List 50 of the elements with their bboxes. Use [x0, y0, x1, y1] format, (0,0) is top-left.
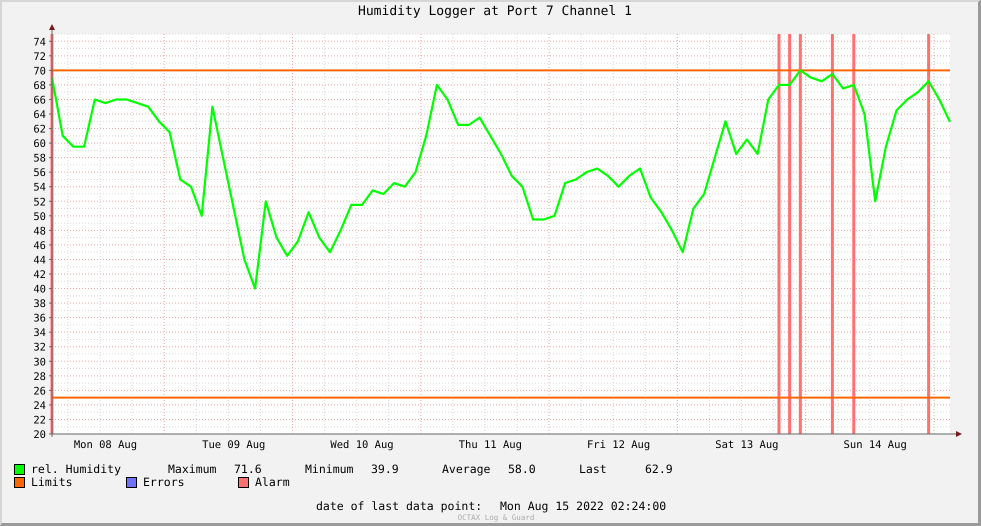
- y-tick-label: 22: [33, 414, 46, 426]
- y-tick-label: 56: [33, 167, 46, 180]
- last-data-label: date of last data point:: [316, 500, 484, 513]
- y-tick-label: 38: [33, 298, 46, 310]
- y-tick-label: 28: [33, 370, 46, 383]
- y-tick-label: 40: [33, 284, 46, 296]
- x-tick-label: Thu 11 Aug: [458, 439, 522, 451]
- y-tick-label: 46: [33, 240, 46, 252]
- y-tick-label: 30: [33, 356, 46, 368]
- stat-value: 39.9: [371, 463, 399, 476]
- stat-value: 62.9: [645, 463, 673, 476]
- legend-label: rel. Humidity: [31, 463, 122, 476]
- x-tick-label: Mon 08 Aug: [74, 439, 138, 451]
- stat-value: 71.6: [234, 463, 262, 476]
- chart-title: Humidity Logger at Port 7 Channel 1: [357, 4, 632, 19]
- stat-value: 58.0: [508, 463, 536, 476]
- stat-label: Last: [579, 463, 608, 476]
- stat-label: Maximum: [168, 463, 218, 476]
- legend-label: Errors: [143, 476, 185, 489]
- stat-label: Average: [442, 463, 492, 476]
- y-tick-label: 24: [33, 400, 46, 412]
- y-tick-label: 62: [33, 124, 46, 136]
- x-tick-label: Wed 10 Aug: [330, 439, 394, 451]
- legend-label: Limits: [31, 476, 73, 489]
- stat-label: Minimum: [305, 463, 354, 476]
- y-tick-label: 52: [33, 196, 46, 208]
- y-tick-label: 36: [33, 312, 46, 325]
- y-tick-label: 68: [33, 80, 46, 92]
- y-tick-label: 66: [33, 94, 46, 106]
- y-tick-label: 44: [33, 254, 46, 266]
- x-tick-label: Sun 14 Aug: [844, 439, 907, 451]
- y-tick-label: 50: [33, 210, 46, 223]
- y-tick-label: 60: [33, 138, 46, 150]
- y-tick-label: 70: [33, 65, 46, 78]
- y-tick-label: 26: [33, 385, 46, 398]
- y-tick-label: 32: [33, 342, 46, 354]
- legend-label: Alarm: [255, 476, 290, 489]
- x-tick-label: Fri 12 Aug: [586, 439, 650, 451]
- y-tick-label: 48: [33, 225, 46, 238]
- x-tick-label: Tue 09 Aug: [202, 439, 266, 451]
- y-tick-label: 74: [33, 36, 46, 48]
- y-tick-label: 72: [33, 50, 46, 63]
- y-tick-label: 54: [33, 182, 46, 194]
- y-tick-label: 64: [33, 109, 46, 121]
- y-tick-label: 58: [33, 152, 46, 165]
- y-tick-label: 42: [33, 269, 46, 281]
- y-tick-label: 34: [33, 327, 46, 340]
- last-data-value: Mon Aug 15 2022 02:24:00: [500, 500, 666, 513]
- x-tick-label: Sat 13 Aug: [715, 439, 778, 451]
- y-tick-label: 20: [33, 429, 46, 441]
